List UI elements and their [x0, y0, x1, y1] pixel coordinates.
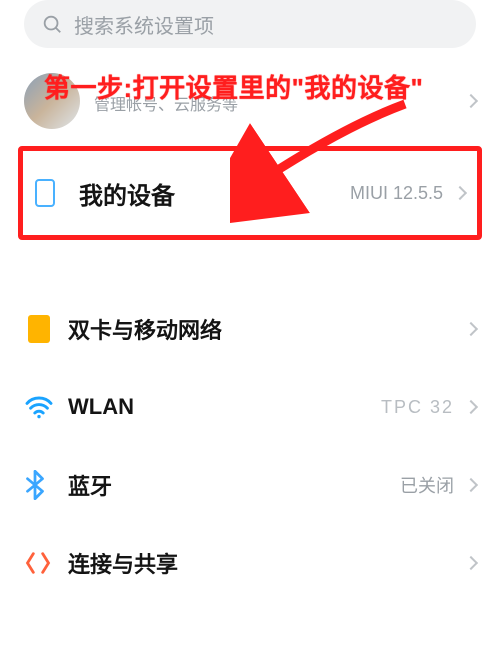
chevron-right-icon: [453, 186, 467, 200]
my-device-title: 我的设备: [79, 176, 350, 211]
account-subtitle: 管理帐号、云服务等: [94, 91, 466, 115]
wallpaper-row[interactable]: 壁纸与个性化: [0, 652, 500, 666]
chevron-right-icon: [464, 400, 478, 414]
search-bar[interactable]: 搜索系统设置项: [24, 0, 476, 48]
chevron-right-icon: [464, 94, 478, 108]
phone-icon: [35, 179, 79, 207]
row-value: 已关闭: [400, 472, 454, 498]
section-gap: [0, 240, 500, 290]
row-title: 连接与共享: [68, 547, 454, 579]
settings-screen: 搜索系统设置项 第一步:打开设置里的"我的设备" 管理帐号、云服务等 我的设备 …: [0, 0, 500, 666]
my-device-row[interactable]: 我的设备 MIUI 12.5.5: [29, 157, 471, 229]
row-title: 蓝牙: [68, 469, 400, 501]
share-icon: [24, 549, 68, 577]
chevron-right-icon: [464, 322, 478, 336]
account-row[interactable]: 管理帐号、云服务等: [0, 66, 500, 136]
account-texts: 管理帐号、云服务等: [94, 87, 466, 115]
chevron-right-icon: [464, 556, 478, 570]
sim-network-row[interactable]: 双卡与移动网络: [0, 290, 500, 368]
sim-card-icon: [24, 314, 68, 344]
row-title: 双卡与移动网络: [68, 313, 454, 345]
connect-share-row[interactable]: 连接与共享: [0, 524, 500, 602]
avatar: [24, 73, 80, 129]
chevron-right-icon: [464, 478, 478, 492]
search-placeholder: 搜索系统设置项: [74, 10, 214, 39]
my-device-value: MIUI 12.5.5: [350, 183, 443, 204]
section-gap: [0, 602, 500, 652]
wlan-row[interactable]: WLAN TPC 32: [0, 368, 500, 446]
wifi-icon: [24, 395, 68, 419]
bluetooth-icon: [24, 470, 68, 500]
bluetooth-row[interactable]: 蓝牙 已关闭: [0, 446, 500, 524]
my-device-highlight: 我的设备 MIUI 12.5.5: [18, 146, 482, 240]
row-value: TPC 32: [381, 397, 454, 418]
search-bar-container: 搜索系统设置项: [0, 0, 500, 66]
search-icon: [40, 12, 64, 36]
row-title: WLAN: [68, 394, 381, 420]
